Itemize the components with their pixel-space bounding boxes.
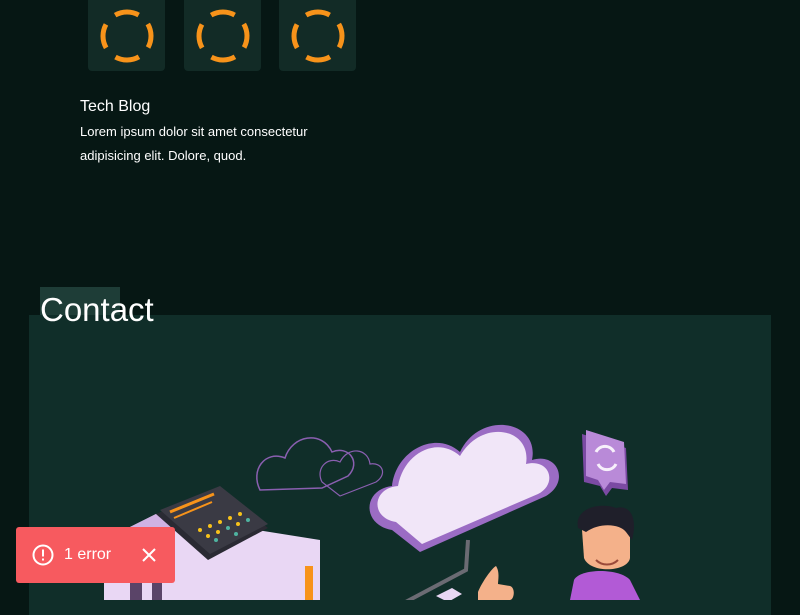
loader-card <box>88 0 165 71</box>
cloud-computing-illustration <box>104 424 640 600</box>
blog-description: Lorem ipsum dolor sit amet consectetur a… <box>80 124 308 163</box>
alert-circle-icon <box>32 544 54 566</box>
loader-card <box>184 0 261 71</box>
loader-card <box>279 0 356 71</box>
error-count: 1 error <box>64 546 112 563</box>
spinner-icon <box>196 9 249 62</box>
close-icon[interactable] <box>141 547 157 563</box>
error-toast[interactable]: 1 error <box>16 527 175 583</box>
spinner-icon <box>100 9 153 62</box>
contact-heading: Contact <box>40 291 154 328</box>
blog-title: Tech Blog <box>80 98 151 115</box>
spinner-icon <box>291 9 344 62</box>
